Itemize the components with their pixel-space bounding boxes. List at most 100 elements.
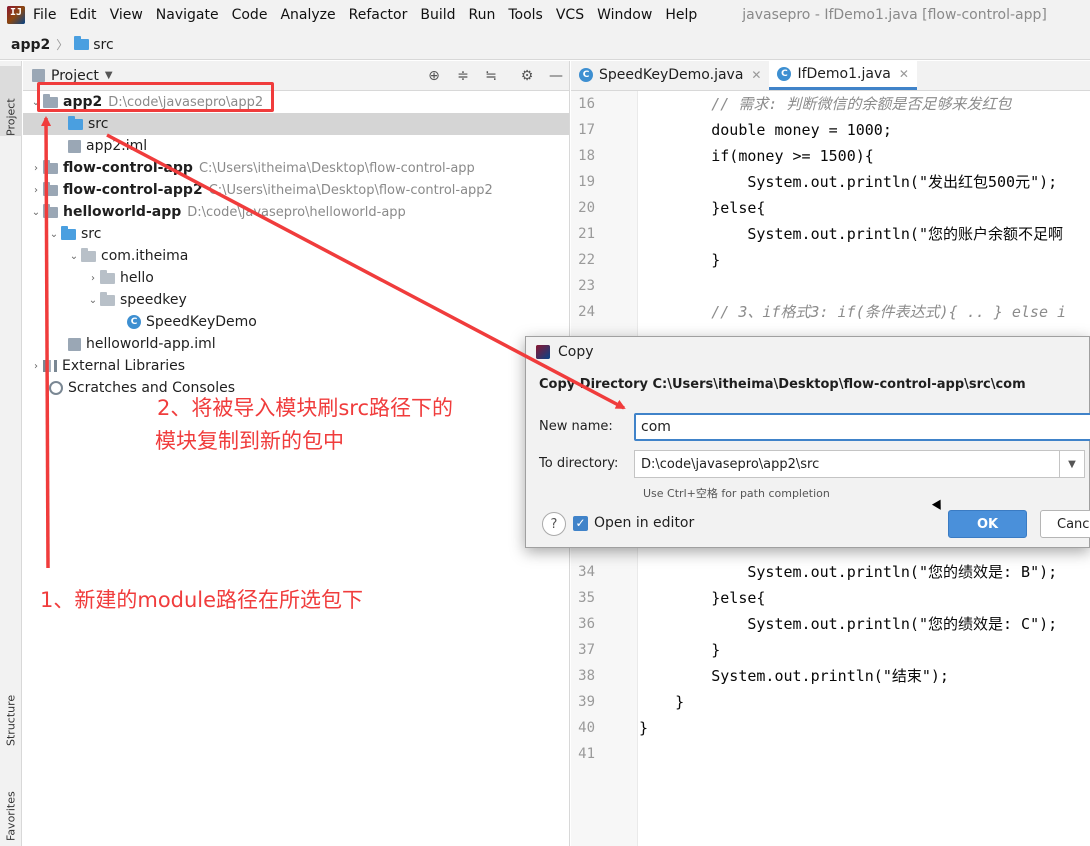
tree-item-flow-control-app2[interactable]: › flow-control-app2 C:\Users\itheima\Des… [23, 179, 569, 201]
chevron-right-icon[interactable]: › [29, 163, 43, 174]
tool-tab-project-label: Project [4, 98, 18, 136]
chevron-down-icon[interactable]: ▼ [105, 70, 113, 81]
line-number: 19 [578, 174, 595, 190]
code-line: System.out.println("您的绩效是: C"); [639, 615, 1058, 633]
tree-item-label: flow-control-app2 [63, 182, 203, 198]
tree-item-hello[interactable]: › hello [23, 267, 569, 289]
tool-tab-favorites[interactable]: Favorites [0, 766, 22, 841]
chevron-down-icon[interactable]: ⌄ [47, 229, 61, 240]
tab-ifdemo1[interactable]: C IfDemo1.java ✕ [769, 60, 917, 90]
locate-icon[interactable]: ⊕ [425, 67, 443, 85]
menu-tools[interactable]: Tools [508, 7, 543, 23]
project-view-icon [32, 69, 45, 82]
tree-item-label: src [88, 116, 109, 132]
window-title: javasepro - IfDemo1.java [flow-control-a… [742, 7, 1047, 23]
ok-button[interactable]: OK [948, 510, 1027, 538]
tree-item-label: hello [120, 270, 154, 286]
gear-icon[interactable]: ⚙ [518, 67, 536, 85]
tree-item-helloworld-src[interactable]: ⌄ src [23, 223, 569, 245]
line-number: 38 [578, 668, 595, 684]
dialog-title: Copy [558, 344, 594, 360]
menu-refactor[interactable]: Refactor [349, 7, 408, 23]
tree-item-app2-iml[interactable]: app2.iml [23, 135, 569, 157]
tree-item-speedkey[interactable]: ⌄ speedkey [23, 289, 569, 311]
dialog-title-bar[interactable]: Copy [526, 337, 1089, 367]
close-icon[interactable]: ✕ [899, 67, 909, 81]
chevron-down-icon[interactable]: ⌄ [29, 207, 43, 218]
menu-edit[interactable]: Edit [69, 7, 96, 23]
folder-icon [74, 36, 90, 50]
code-line: System.out.println("结束"); [639, 667, 949, 685]
tree-item-helloworld-iml[interactable]: helloworld-app.iml [23, 333, 569, 355]
close-icon[interactable]: ✕ [751, 68, 761, 82]
package-icon [81, 247, 96, 262]
expand-all-icon[interactable]: ≑ [454, 67, 472, 85]
menu-navigate[interactable]: Navigate [156, 7, 219, 23]
tree-item-speedkeydemo[interactable]: C SpeedKeyDemo [23, 311, 569, 333]
code-line: System.out.println("您的绩效是: B"); [639, 563, 1058, 581]
chevron-down-icon[interactable]: ▼ [1059, 450, 1085, 478]
code-line: System.out.println("您的账户余额不足啊 [639, 225, 1063, 243]
code-line: } [639, 251, 721, 269]
tree-item-label: SpeedKeyDemo [146, 314, 257, 330]
code-line: System.out.println("发出红包500元"); [639, 173, 1058, 191]
breadcrumb-project[interactable]: app2 [11, 37, 50, 53]
tool-tab-structure[interactable]: Structure [0, 676, 22, 746]
tree-item-helloworld-app[interactable]: ⌄ helloworld-app D:\code\javasepro\hello… [23, 201, 569, 223]
line-number: 18 [578, 148, 595, 164]
to-directory-input[interactable]: D:\code\javasepro\app2\src [634, 450, 1060, 478]
tree-item-label: src [81, 226, 102, 242]
package-icon [100, 291, 115, 306]
module-folder-icon [43, 203, 58, 218]
annotation-highlight-box [37, 82, 274, 112]
path-completion-hint: Use Ctrl+空格 for path completion [643, 487, 830, 500]
library-icon [43, 360, 57, 372]
help-icon[interactable]: ? [542, 512, 566, 536]
code-line: } [639, 693, 685, 711]
menu-file[interactable]: File [33, 7, 56, 23]
open-in-editor-label[interactable]: Open in editor [594, 515, 694, 531]
chevron-right-icon[interactable]: › [29, 185, 43, 196]
cancel-button[interactable]: Cance [1040, 510, 1090, 538]
code-line: } [639, 719, 649, 737]
tab-label: SpeedKeyDemo.java [599, 67, 744, 83]
annotation-step1: 1、新建的module路径在所选包下 [40, 588, 364, 612]
chevron-right-icon[interactable]: › [29, 361, 43, 372]
chevron-down-icon[interactable]: ⌄ [86, 295, 100, 306]
tab-speedkeydemo[interactable]: C SpeedKeyDemo.java ✕ [571, 60, 769, 90]
menu-window[interactable]: Window [597, 7, 652, 23]
open-in-editor-checkbox[interactable]: ✓ [573, 516, 588, 531]
editor-tabs: C SpeedKeyDemo.java ✕ C IfDemo1.java ✕ [571, 60, 1090, 91]
intellij-logo-icon: IJ [7, 6, 25, 24]
menu-build[interactable]: Build [420, 7, 455, 23]
new-name-input[interactable]: com [634, 413, 1090, 441]
line-number: 40 [578, 720, 595, 736]
line-number: 24 [578, 304, 595, 320]
tree-item-external-libraries[interactable]: › External Libraries [23, 355, 569, 377]
menu-run[interactable]: Run [469, 7, 496, 23]
code-line: if(money >= 1500){ [639, 147, 874, 165]
chevron-down-icon[interactable]: ⌄ [67, 251, 81, 262]
chevron-right-icon[interactable]: › [86, 273, 100, 284]
tool-tab-project[interactable]: Project [0, 66, 22, 136]
line-number: 37 [578, 642, 595, 658]
line-number: 20 [578, 200, 595, 216]
tree-item-app2-src[interactable]: src [23, 113, 569, 135]
menu-vcs[interactable]: VCS [556, 7, 584, 23]
minimize-icon[interactable]: — [547, 67, 565, 85]
tree-item-com-itheima[interactable]: ⌄ com.itheima [23, 245, 569, 267]
menu-code[interactable]: Code [232, 7, 268, 23]
breadcrumb-folder[interactable]: src [93, 37, 113, 53]
line-number: 23 [578, 278, 595, 294]
code-line: double money = 1000; [639, 121, 892, 139]
menu-help[interactable]: Help [665, 7, 697, 23]
code-line: } [639, 641, 721, 659]
menu-view[interactable]: View [110, 7, 143, 23]
tree-item-label: helloworld-app.iml [86, 336, 216, 352]
dialog-heading: Copy Directory C:\Users\itheima\Desktop\… [539, 377, 1026, 392]
tree-item-flow-control-app[interactable]: › flow-control-app C:\Users\itheima\Desk… [23, 157, 569, 179]
line-number: 39 [578, 694, 595, 710]
collapse-all-icon[interactable]: ≒ [482, 67, 500, 85]
menu-analyze[interactable]: Analyze [280, 7, 335, 23]
tree-item-label: helloworld-app [63, 204, 182, 220]
